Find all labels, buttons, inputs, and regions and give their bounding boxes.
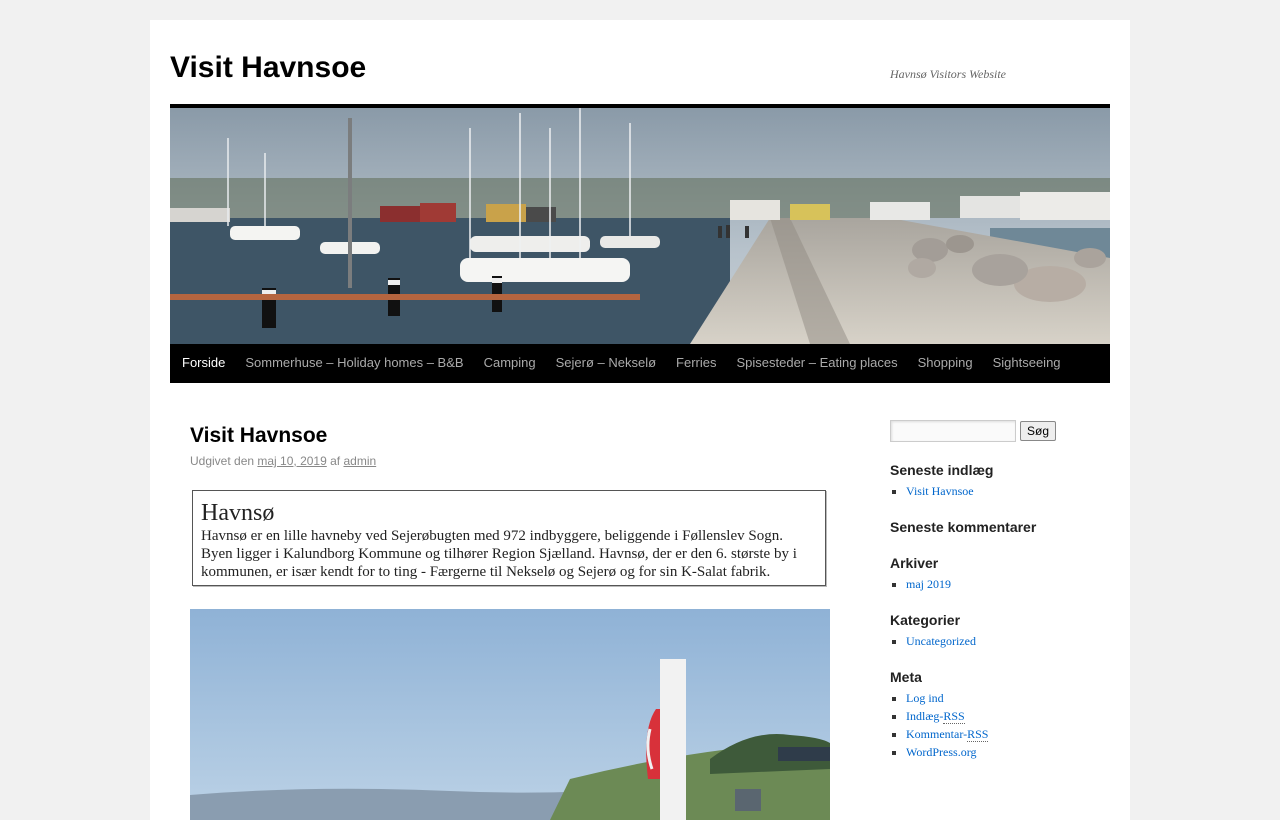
entries-rss-prefix: Indlæg- (906, 709, 944, 723)
entries-rss-link[interactable]: Indlæg-RSS (906, 709, 965, 724)
post-author-link[interactable]: admin (343, 454, 376, 468)
search-button[interactable]: Søg (1020, 421, 1057, 441)
rss-abbr: RSS (943, 709, 965, 724)
widget-categories: Kategorier Uncategorized (890, 611, 1110, 650)
info-box-heading: Havnsø (201, 500, 275, 526)
post-date-link[interactable]: maj 10, 2019 (257, 454, 326, 468)
widget-recent-comments: Seneste kommentarer (890, 518, 1110, 536)
comments-rss-prefix: Kommentar- (906, 727, 968, 741)
widget-archives: Arkiver maj 2019 (890, 554, 1110, 593)
comments-rss-link[interactable]: Kommentar-RSS (906, 727, 989, 742)
search-input[interactable] (890, 420, 1016, 442)
site-description: Havnsø Visitors Website (890, 67, 1006, 81)
header-harbor-image (170, 108, 1110, 344)
page-wrapper: Visit Havnsoe Havnsø Visitors Website Fo… (150, 20, 1130, 820)
info-box-image: Havnsø Havnsø er en lille havneby ved Se… (192, 490, 826, 586)
nav-item-spisesteder[interactable]: Spisesteder – Eating places (726, 344, 907, 382)
recent-post-link[interactable]: Visit Havnsoe (906, 484, 974, 498)
widget-meta: Meta Log ind Indlæg-RSS Kommentar-RSS Wo… (890, 668, 1110, 761)
sidebar: Søg Seneste indlæg Visit Havnsoe Seneste… (890, 420, 1110, 761)
login-link[interactable]: Log ind (906, 691, 944, 705)
main-navigation: Forside Sommerhuse – Holiday homes – B&B… (170, 344, 1110, 383)
nav-item-ferries[interactable]: Ferries (666, 344, 726, 382)
post-meta-by: af (330, 454, 341, 468)
nav-item-sommerhuse[interactable]: Sommerhuse – Holiday homes – B&B (235, 344, 473, 382)
nav-item-sightseeing[interactable]: Sightseeing (983, 344, 1071, 382)
nav-item-sejero-nekselo[interactable]: Sejerø – Nekselø (546, 344, 666, 382)
post-title[interactable]: Visit Havnsoe (190, 420, 830, 452)
widget-title-categories: Kategorier (890, 612, 961, 628)
nav-item-camping[interactable]: Camping (474, 344, 546, 382)
widget-recent-posts: Seneste indlæg Visit Havnsoe (890, 461, 1110, 500)
nav-item-forside[interactable]: Forside (172, 344, 235, 382)
wordpress-link[interactable]: WordPress.org (906, 745, 976, 759)
post-meta-prefix: Udgivet den (190, 454, 255, 468)
post-photo-beach (190, 609, 830, 820)
widget-title-recent-posts: Seneste indlæg (890, 462, 994, 478)
widget-title-recent-comments: Seneste kommentarer (890, 519, 1037, 535)
info-box-text: Havnsø er en lille havneby ved Sejerøbug… (201, 528, 797, 580)
widget-title-meta: Meta (890, 669, 922, 685)
category-link[interactable]: Uncategorized (906, 634, 976, 648)
widget-title-archives: Arkiver (890, 555, 939, 571)
main-content: Visit Havnsoe Udgivet den maj 10, 2019 a… (190, 420, 830, 586)
rss-abbr: RSS (967, 727, 989, 742)
site-title[interactable]: Visit Havnsoe (170, 50, 366, 86)
search-form: Søg (890, 420, 1110, 442)
post-meta: Udgivet den maj 10, 2019 af admin (190, 454, 830, 468)
archive-link[interactable]: maj 2019 (906, 577, 951, 591)
nav-item-shopping[interactable]: Shopping (908, 344, 983, 382)
